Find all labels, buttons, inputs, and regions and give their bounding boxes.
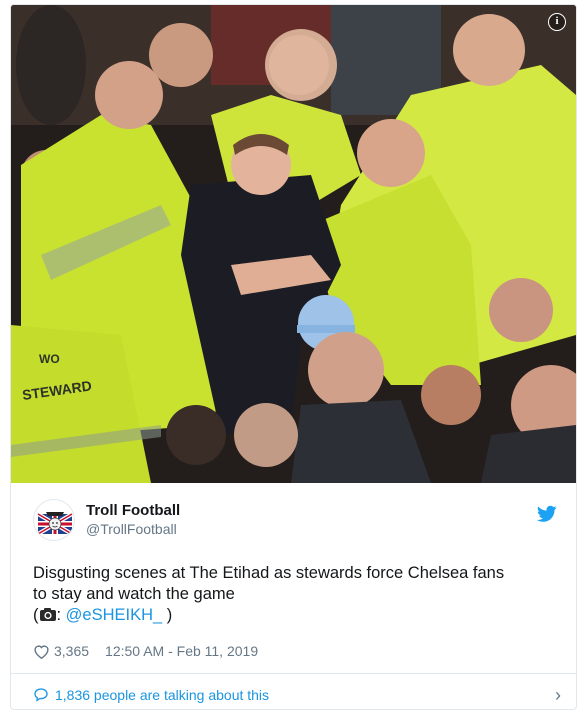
tweet-meta: 3,365 12:50 AM - Feb 11, 2019 [33,641,563,661]
union-jack-avatar-icon [36,512,74,536]
photo-credit: (: @eSHEIKH_ ) [33,605,563,628]
heart-icon[interactable] [33,644,50,659]
speech-bubble-icon [33,687,49,703]
tweet-text-line-2: to stay and watch the game [33,585,235,603]
photo-illustration: STEWARD WO [11,5,576,483]
credit-close-paren: ) [162,606,173,624]
conversation-link[interactable]: 1,836 people are talking about this › [33,683,563,707]
tweet-text: Disgusting scenes at The Etihad as stewa… [33,563,563,628]
user-handle[interactable]: @TrollFootball [86,521,177,537]
like-count[interactable]: 3,365 [54,643,89,659]
chevron-right-icon[interactable]: › [555,685,561,706]
jacket-print-small: WO [39,352,60,366]
divider [11,673,576,674]
talking-count-text[interactable]: 1,836 people are talking about this [55,687,269,703]
tweet-timestamp[interactable]: 12:50 AM - Feb 11, 2019 [105,643,258,659]
avatar[interactable] [33,499,75,541]
twitter-bird-icon[interactable] [536,505,557,523]
display-name[interactable]: Troll Football [86,502,180,519]
credit-mention-link[interactable]: @eSHEIKH_ [66,606,163,624]
credit-separator: : [56,606,66,624]
info-icon[interactable]: i [548,13,566,31]
embedded-tweet-card[interactable]: STEWARD WO i Troll Football @TrollFootba… [10,4,577,710]
tweet-author-header: Troll Football @TrollFootball [33,499,563,543]
tweet-photo[interactable]: STEWARD WO i [11,5,576,483]
tweet-text-line-1: Disgusting scenes at The Etihad as stewa… [33,564,505,582]
camera-icon [39,607,57,628]
